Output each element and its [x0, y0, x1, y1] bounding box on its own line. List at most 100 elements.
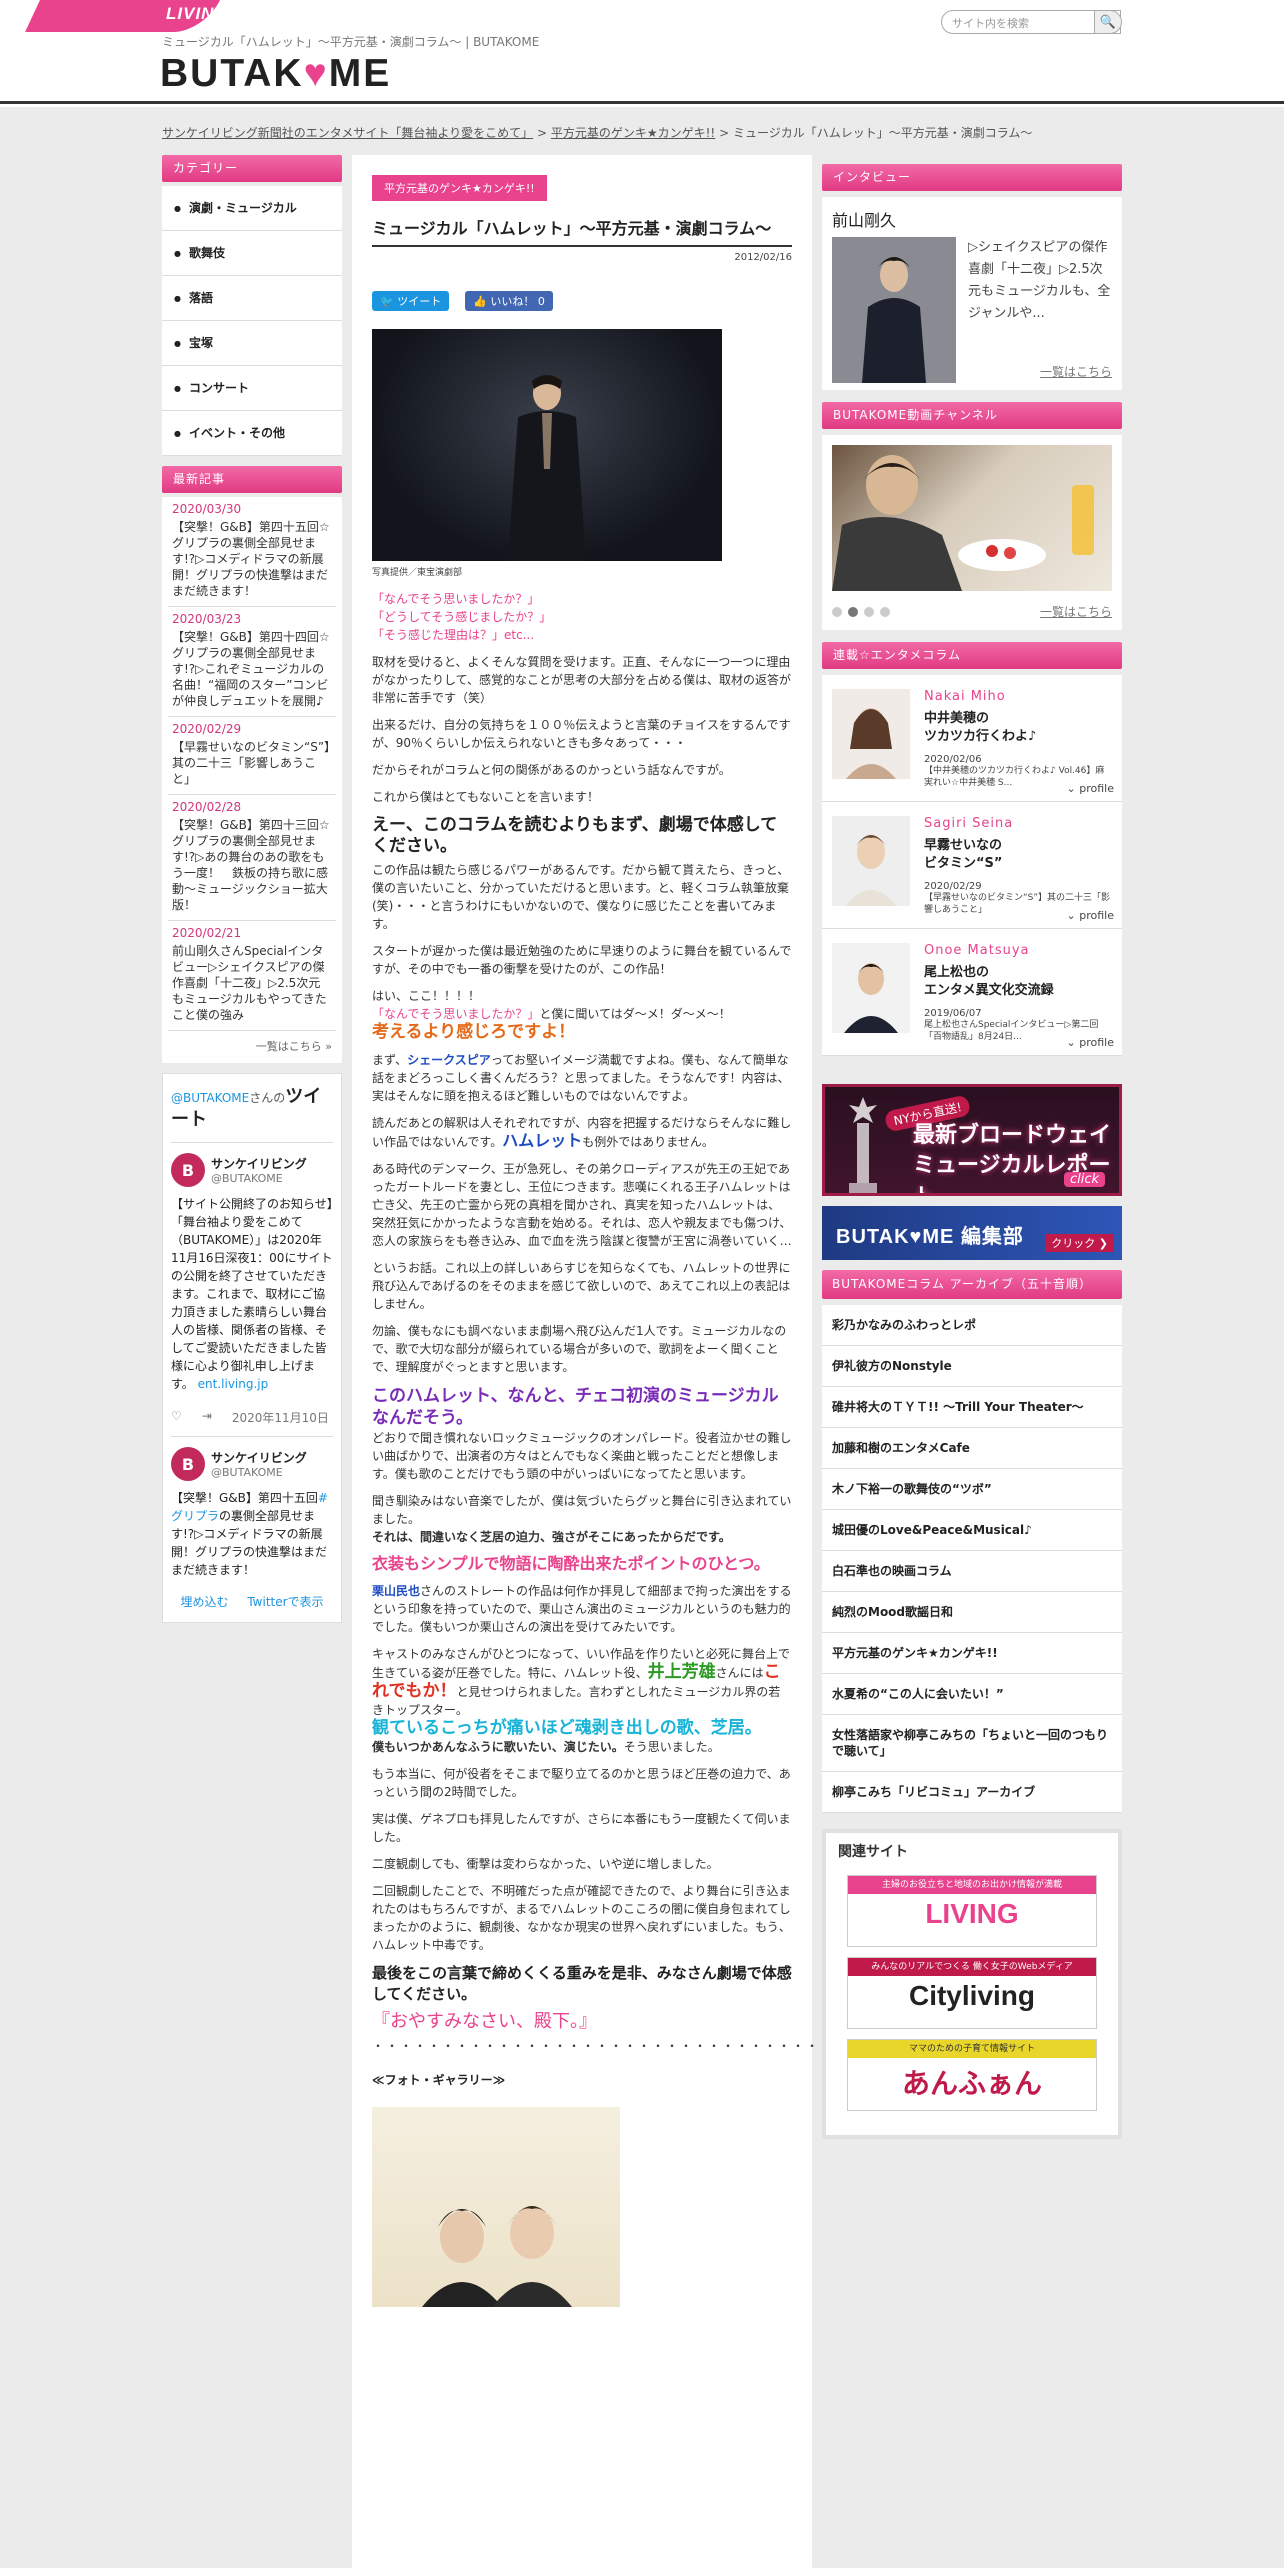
column-title-line: 中井美穂の [924, 711, 990, 726]
archive-item[interactable]: 伊礼彼方のNonstyle [822, 1346, 1122, 1387]
column-title-line: 早霧せいなの [924, 838, 1003, 853]
news-text[interactable]: 【突撃！G&B】第四十四回☆グリプラの裏側全部見せます!?▷これぞミュージカルの… [172, 629, 332, 709]
video-thumbnail[interactable] [832, 445, 1112, 591]
closing-quote: 『おやすみなさい、殿下。』 [372, 2011, 597, 2032]
related-site-anfan[interactable]: ママのための子育て情報サイト あんふぁん [847, 2039, 1097, 2111]
news-item[interactable]: 2020/02/21 前山剛久さんSpecialインタビュー▷シェイクスピアの傑作… [168, 921, 336, 1031]
tweet-user-name: サンケイリビング [211, 1157, 307, 1171]
tweet-link[interactable]: ent.living.jp [198, 1377, 269, 1391]
archive-item[interactable]: 純烈のMood歌謡日和 [822, 1592, 1122, 1633]
category-item[interactable]: イベント・その他 [162, 411, 342, 456]
text-span: と僕に聞いてはダ～メ！ダ～メ～！ [539, 1007, 731, 1021]
broadway-report-banner[interactable]: NYから直送! 最新ブロードウェイ ミュージカルレポート click [822, 1084, 1122, 1196]
gallery-heading: ≪フォト・ギャラリー≫ [372, 2073, 506, 2087]
view-on-twitter-link[interactable]: Twitterで表示 [247, 1593, 323, 1610]
carousel-dot[interactable] [880, 606, 890, 617]
gallery-photo[interactable] [372, 2107, 620, 2307]
text-span: さんのストレートの作品は何作か拝見して細部まで拘った演出をするという印象を持って… [372, 1584, 792, 1634]
news-item[interactable]: 2020/02/28 【突撃！G&B】第四十三回☆グリプラの裏側全部見せます!?▷… [168, 795, 336, 921]
breadcrumb-category-link[interactable]: 平方元基のゲンキ★カンゲキ!! [551, 126, 715, 140]
like-button[interactable]: 👍 いいね！ 0 [465, 291, 553, 311]
twitter-account-link[interactable]: @BUTAKOME [171, 1091, 249, 1105]
butakome-logo[interactable]: BUTAK♥ME [160, 52, 391, 96]
article-heading: えー、このコラムを読むよりもまず、劇場で体感してください。 [372, 815, 778, 856]
banner-line: 最新ブロードウェイ [913, 1123, 1112, 1148]
living-logo[interactable]: LIVING [166, 4, 229, 24]
archive-item[interactable]: 木ノ下裕一の歌舞伎の“ツボ” [822, 1469, 1122, 1510]
embed-link[interactable]: 埋め込む [180, 1593, 228, 1610]
archive-item[interactable]: 加藤和樹のエンタメCafe [822, 1428, 1122, 1469]
news-item[interactable]: 2020/03/23 【突撃！G&B】第四十四回☆グリプラの裏側全部見せます!?▷… [168, 607, 336, 717]
column-title[interactable]: 早霧せいなの ビタミン“S” [924, 837, 1112, 873]
dotted-divider: ・・・・・・・・・・・・・・・・・・・・・・・・・・・・・・・・・・・・・・・・… [372, 2039, 961, 2053]
category-item[interactable]: コンサート [162, 366, 342, 411]
column-item[interactable]: Nakai Miho 中井美穂の ツカツカ行くわよ♪ 2020/02/06 【中井… [822, 675, 1122, 802]
archive-item[interactable]: 碓井将大のＴＹＴ!! 〜Trill Your Theater〜 [822, 1387, 1122, 1428]
interview-photo[interactable] [832, 237, 956, 383]
archive-item[interactable]: 柳亭こみち「リビコミュ」アーカイブ [822, 1772, 1122, 1813]
profile-link[interactable]: ⌄ profile [1067, 1036, 1114, 1049]
editorial-banner[interactable]: BUTAK♥ME 編集部 クリック ❯ [822, 1206, 1122, 1260]
tweet-button[interactable]: 🐦 ツイート [372, 291, 450, 311]
archive-item[interactable]: 白石準也の映画コラム [822, 1551, 1122, 1592]
category-item[interactable]: 落語 [162, 276, 342, 321]
news-text[interactable]: 【突撃！G&B】第四十五回☆グリプラの裏側全部見せます!?▷コメディドラマの新展… [172, 519, 332, 599]
heart-icon[interactable]: ♡ [171, 1409, 182, 1426]
share-icon[interactable]: ⇥ [202, 1409, 212, 1426]
paragraph: というお話。これ以上の詳しいあらすじを知らなくても、ハムレットの世界に飛び込んで… [372, 1261, 791, 1311]
paragraph: 取材を受けると、よくそんな質問を受けます。正直、そんなに一つ一つに理由がなかった… [372, 655, 792, 705]
search-button[interactable]: 🔍 [1094, 10, 1122, 34]
tweet-user[interactable]: B サンケイリビング @BUTAKOME [171, 1447, 333, 1481]
news-text[interactable]: 【早霧せいなのビタミン“S”】其の二十三「影響しあうこと」 [172, 739, 332, 787]
interview-summary[interactable]: ▷シェイクスピアの傑作喜劇「十二夜」▷2.5次元もミュージカルも、全ジャンルや.… [968, 237, 1112, 383]
latest-news-list: 2020/03/30 【突撃！G&B】第四十五回☆グリプラの裏側全部見せます!?▷… [162, 497, 342, 1063]
category-item[interactable]: 宝塚 [162, 321, 342, 366]
news-text[interactable]: 前山剛久さんSpecialインタビュー▷シェイクスピアの傑作喜劇「十二夜」▷2.… [172, 943, 332, 1023]
category-item[interactable]: 歌舞伎 [162, 231, 342, 276]
archive-item[interactable]: 平方元基のゲンキ★カンゲキ!! [822, 1633, 1122, 1674]
profile-label: profile [1079, 1036, 1114, 1049]
column-item[interactable]: Sagiri Seina 早霧せいなの ビタミン“S” 2020/02/29 【早… [822, 802, 1122, 929]
news-text[interactable]: 【突撃！G&B】第四十三回☆グリプラの裏側全部見せます!?▷あの舞台のあの歌をも… [172, 817, 332, 913]
column-title[interactable]: 中井美穂の ツカツカ行くわよ♪ [924, 710, 1112, 746]
carousel-dot[interactable] [832, 606, 842, 617]
profile-link[interactable]: ⌄ profile [1067, 782, 1114, 795]
related-sites-heading: 関連サイト [838, 1844, 908, 1860]
video-controls: 一覧はこちら [832, 603, 1112, 620]
archive-item[interactable]: 水夏希の“この人に会いたい！” [822, 1674, 1122, 1715]
archive-item[interactable]: 城田優のLove&Peace&Musical♪ [822, 1510, 1122, 1551]
banner-strip: ママのための子育て情報サイト [848, 2040, 1096, 2058]
category-item[interactable]: 演劇・ミュージカル [162, 186, 342, 231]
like-button-label: いいね！ 0 [490, 295, 545, 308]
carousel-dot[interactable] [864, 606, 874, 617]
column-author-photo[interactable] [832, 816, 910, 906]
article-category-tag[interactable]: 平方元基のゲンキ★カンゲキ!! [372, 175, 547, 201]
profile-link[interactable]: ⌄ profile [1067, 909, 1114, 922]
tweet-date[interactable]: 2020年11月10日 [232, 1409, 329, 1426]
interview-person-name[interactable]: 前山剛久 [832, 207, 1112, 231]
news-more-link[interactable]: 一覧はこちら » [168, 1031, 336, 1063]
paragraph: 勿論、僕もなにも調べないまま劇場へ飛び込んだ1人です。ミュージカルなので、歌で大… [372, 1324, 787, 1374]
related-site-cityliving[interactable]: みんなのリアルでつくる 働く女子のWebメディア Cityliving [847, 1957, 1097, 2029]
column-author-photo[interactable] [832, 689, 910, 779]
news-item[interactable]: 2020/03/30 【突撃！G&B】第四十五回☆グリプラの裏側全部見せます!?▷… [168, 497, 336, 607]
column-item[interactable]: Onoe Matsuya 尾上松也の エンタメ異文化交流録 2019/06/07 … [822, 929, 1122, 1056]
heart-icon: ♥ [303, 52, 329, 95]
blue-keyword: シェークスピア [407, 1053, 491, 1067]
carousel-dot-active[interactable] [848, 606, 858, 617]
interview-box[interactable]: 前山剛久 ▷シェイクスピアの傑作喜劇「十二夜」▷2.5次元もミュージカルも、全ジ… [822, 197, 1122, 390]
news-item[interactable]: 2020/02/29 【早霧せいなのビタミン“S”】其の二十三「影響しあうこと」 [168, 717, 336, 795]
tweet-user[interactable]: B サンケイリビング @BUTAKOME [171, 1153, 333, 1187]
twitter-heading-mid: さんの [249, 1091, 286, 1105]
archive-item[interactable]: 女性落語家や柳亭こみちの「ちょいと一回のつもりで聴いて」 [822, 1715, 1122, 1772]
breadcrumb-home-link[interactable]: サンケイリビング新聞社のエンタメサイト「舞台袖より愛をこめて」 [162, 126, 533, 140]
column-title-line: エンタメ異文化交流録 [924, 983, 1054, 998]
paragraph: 読んだあとの解釈は人それぞれですが、内容を把握するだけならそんなに難しい作品では… [372, 1114, 792, 1151]
breadcrumb: サンケイリビング新聞社のエンタメサイト「舞台袖より愛をこめて」 > 平方元基のゲ… [162, 124, 1032, 141]
archive-item[interactable]: 彩乃かなみのふわっとレポ [822, 1305, 1122, 1346]
tweet-button-label: ツイート [397, 295, 442, 308]
column-author-photo[interactable] [832, 943, 910, 1033]
video-more-link[interactable]: 一覧はこちら [1040, 603, 1112, 620]
column-title[interactable]: 尾上松也の エンタメ異文化交流録 [924, 964, 1112, 1000]
related-site-living[interactable]: 主婦のお役立ちと地域のお出かけ情報が満載 LIVING [847, 1875, 1097, 1947]
